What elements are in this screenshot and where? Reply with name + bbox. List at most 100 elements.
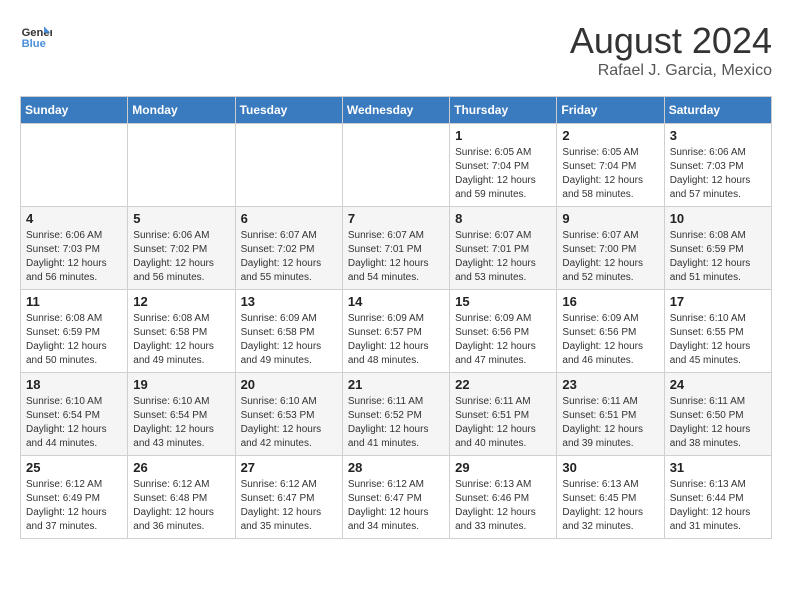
calendar-cell: 13 Sunrise: 6:09 AMSunset: 6:58 PMDayligh… (235, 290, 342, 373)
weekday-header-thursday: Thursday (450, 97, 557, 124)
logo: General Blue (20, 20, 52, 52)
calendar-cell (21, 124, 128, 207)
calendar-cell: 11 Sunrise: 6:08 AMSunset: 6:59 PMDayligh… (21, 290, 128, 373)
day-detail: Sunrise: 6:13 AMSunset: 6:46 PMDaylight:… (455, 478, 551, 534)
svg-text:Blue: Blue (22, 38, 46, 50)
day-number: 27 (241, 460, 337, 475)
day-number: 13 (241, 294, 337, 309)
day-number: 1 (455, 128, 551, 143)
day-detail: Sunrise: 6:12 AMSunset: 6:49 PMDaylight:… (26, 478, 122, 534)
day-detail: Sunrise: 6:11 AMSunset: 6:51 PMDaylight:… (455, 395, 551, 451)
day-detail: Sunrise: 6:09 AMSunset: 6:56 PMDaylight:… (562, 312, 658, 368)
calendar-cell: 15 Sunrise: 6:09 AMSunset: 6:56 PMDayligh… (450, 290, 557, 373)
logo-icon: General Blue (20, 20, 52, 52)
day-number: 5 (133, 211, 229, 226)
calendar-cell: 29 Sunrise: 6:13 AMSunset: 6:46 PMDayligh… (450, 456, 557, 539)
day-number: 15 (455, 294, 551, 309)
day-number: 29 (455, 460, 551, 475)
day-detail: Sunrise: 6:08 AMSunset: 6:58 PMDaylight:… (133, 312, 229, 368)
weekday-header-wednesday: Wednesday (342, 97, 449, 124)
calendar-cell: 5 Sunrise: 6:06 AMSunset: 7:02 PMDaylight… (128, 207, 235, 290)
weekday-header-friday: Friday (557, 97, 664, 124)
day-detail: Sunrise: 6:10 AMSunset: 6:54 PMDaylight:… (133, 395, 229, 451)
day-number: 6 (241, 211, 337, 226)
calendar-cell: 12 Sunrise: 6:08 AMSunset: 6:58 PMDayligh… (128, 290, 235, 373)
calendar-cell: 17Sunrise: 6:10 AMSunset: 6:55 PMDayligh… (664, 290, 771, 373)
page-subtitle: Rafael J. Garcia, Mexico (570, 62, 772, 80)
calendar-cell: 6 Sunrise: 6:07 AMSunset: 7:02 PMDaylight… (235, 207, 342, 290)
day-detail: Sunrise: 6:07 AMSunset: 7:01 PMDaylight:… (455, 229, 551, 285)
title-block: August 2024 Rafael J. Garcia, Mexico (570, 20, 772, 80)
day-detail: Sunrise: 6:05 AMSunset: 7:04 PMDaylight:… (562, 146, 658, 202)
day-detail: Sunrise: 6:08 AMSunset: 6:59 PMDaylight:… (26, 312, 122, 368)
day-detail: Sunrise: 6:13 AMSunset: 6:45 PMDaylight:… (562, 478, 658, 534)
calendar-cell: 8 Sunrise: 6:07 AMSunset: 7:01 PMDaylight… (450, 207, 557, 290)
calendar-cell: 18Sunrise: 6:10 AMSunset: 6:54 PMDayligh… (21, 373, 128, 456)
day-detail: Sunrise: 6:08 AMSunset: 6:59 PMDaylight:… (670, 229, 766, 285)
calendar-cell: 24 Sunrise: 6:11 AMSunset: 6:50 PMDayligh… (664, 373, 771, 456)
day-detail: Sunrise: 6:09 AMSunset: 6:57 PMDaylight:… (348, 312, 444, 368)
calendar-cell (235, 124, 342, 207)
day-number: 22 (455, 377, 551, 392)
day-detail: Sunrise: 6:11 AMSunset: 6:50 PMDaylight:… (670, 395, 766, 451)
day-number: 31 (670, 460, 766, 475)
day-number: 21 (348, 377, 444, 392)
calendar-table: SundayMondayTuesdayWednesdayThursdayFrid… (20, 96, 772, 539)
calendar-cell: 26Sunrise: 6:12 AMSunset: 6:48 PMDayligh… (128, 456, 235, 539)
calendar-cell: 1 Sunrise: 6:05 AMSunset: 7:04 PMDaylight… (450, 124, 557, 207)
day-detail: Sunrise: 6:06 AMSunset: 7:02 PMDaylight:… (133, 229, 229, 285)
day-number: 20 (241, 377, 337, 392)
day-detail: Sunrise: 6:10 AMSunset: 6:54 PMDaylight:… (26, 395, 122, 451)
day-number: 17 (670, 294, 766, 309)
calendar-cell: 31 Sunrise: 6:13 AMSunset: 6:44 PMDayligh… (664, 456, 771, 539)
day-detail: Sunrise: 6:06 AMSunset: 7:03 PMDaylight:… (26, 229, 122, 285)
calendar-cell: 21Sunrise: 6:11 AMSunset: 6:52 PMDayligh… (342, 373, 449, 456)
day-detail: Sunrise: 6:12 AMSunset: 6:47 PMDaylight:… (241, 478, 337, 534)
day-number: 28 (348, 460, 444, 475)
day-number: 7 (348, 211, 444, 226)
day-number: 16 (562, 294, 658, 309)
calendar-cell: 22 Sunrise: 6:11 AMSunset: 6:51 PMDayligh… (450, 373, 557, 456)
weekday-header-saturday: Saturday (664, 97, 771, 124)
day-detail: Sunrise: 6:07 AMSunset: 7:00 PMDaylight:… (562, 229, 658, 285)
day-number: 8 (455, 211, 551, 226)
weekday-header-monday: Monday (128, 97, 235, 124)
calendar-cell (342, 124, 449, 207)
day-number: 25 (26, 460, 122, 475)
day-detail: Sunrise: 6:11 AMSunset: 6:51 PMDaylight:… (562, 395, 658, 451)
day-number: 3 (670, 128, 766, 143)
day-detail: Sunrise: 6:13 AMSunset: 6:44 PMDaylight:… (670, 478, 766, 534)
calendar-cell: 14 Sunrise: 6:09 AMSunset: 6:57 PMDayligh… (342, 290, 449, 373)
page-title: August 2024 (570, 20, 772, 62)
day-detail: Sunrise: 6:09 AMSunset: 6:56 PMDaylight:… (455, 312, 551, 368)
day-number: 19 (133, 377, 229, 392)
calendar-cell: 4 Sunrise: 6:06 AMSunset: 7:03 PMDaylight… (21, 207, 128, 290)
weekday-header-sunday: Sunday (21, 97, 128, 124)
calendar-cell: 16 Sunrise: 6:09 AMSunset: 6:56 PMDayligh… (557, 290, 664, 373)
day-detail: Sunrise: 6:05 AMSunset: 7:04 PMDaylight:… (455, 146, 551, 202)
calendar-cell: 23 Sunrise: 6:11 AMSunset: 6:51 PMDayligh… (557, 373, 664, 456)
calendar-cell: 27 Sunrise: 6:12 AMSunset: 6:47 PMDayligh… (235, 456, 342, 539)
day-number: 14 (348, 294, 444, 309)
calendar-cell: 30 Sunrise: 6:13 AMSunset: 6:45 PMDayligh… (557, 456, 664, 539)
day-number: 30 (562, 460, 658, 475)
day-number: 12 (133, 294, 229, 309)
day-detail: Sunrise: 6:07 AMSunset: 7:01 PMDaylight:… (348, 229, 444, 285)
calendar-cell: 19 Sunrise: 6:10 AMSunset: 6:54 PMDayligh… (128, 373, 235, 456)
day-detail: Sunrise: 6:09 AMSunset: 6:58 PMDaylight:… (241, 312, 337, 368)
day-number: 4 (26, 211, 122, 226)
day-number: 9 (562, 211, 658, 226)
weekday-header-tuesday: Tuesday (235, 97, 342, 124)
day-detail: Sunrise: 6:06 AMSunset: 7:03 PMDaylight:… (670, 146, 766, 202)
day-detail: Sunrise: 6:10 AMSunset: 6:53 PMDaylight:… (241, 395, 337, 451)
day-number: 26 (133, 460, 229, 475)
day-number: 24 (670, 377, 766, 392)
calendar-cell: 7 Sunrise: 6:07 AMSunset: 7:01 PMDaylight… (342, 207, 449, 290)
day-number: 10 (670, 211, 766, 226)
day-number: 23 (562, 377, 658, 392)
page-header: General Blue August 2024 Rafael J. Garci… (20, 20, 772, 80)
day-detail: Sunrise: 6:07 AMSunset: 7:02 PMDaylight:… (241, 229, 337, 285)
day-number: 11 (26, 294, 122, 309)
calendar-cell: 20 Sunrise: 6:10 AMSunset: 6:53 PMDayligh… (235, 373, 342, 456)
calendar-cell: 3 Sunrise: 6:06 AMSunset: 7:03 PMDaylight… (664, 124, 771, 207)
